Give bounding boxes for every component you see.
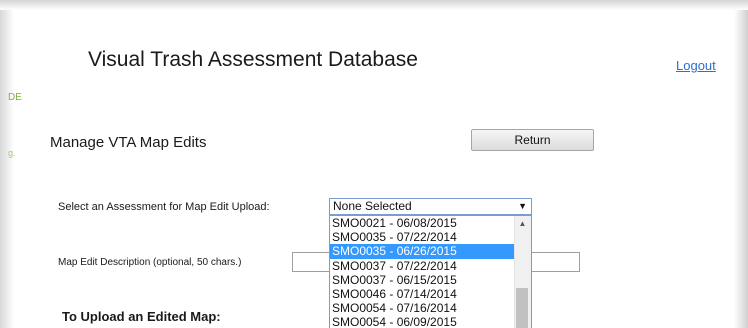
description-label: Map Edit Description (optional, 50 chars… (58, 257, 242, 268)
logout-link[interactable]: Logout (676, 58, 716, 73)
dropdown-scrollbar[interactable]: ▲ (514, 216, 531, 328)
left-clipped-text: DE (8, 92, 22, 103)
dropdown-option[interactable]: SMO0046 - 07/14/2014 (330, 287, 515, 301)
dropdown-option[interactable]: SMO0037 - 07/22/2014 (330, 259, 515, 273)
dropdown-option[interactable]: SMO0054 - 06/09/2015 (330, 315, 515, 328)
app-title: Visual Trash Assessment Database (88, 48, 418, 71)
assessment-select-label: Select an Assessment for Map Edit Upload… (58, 201, 270, 213)
scrollbar-thumb[interactable] (516, 288, 528, 328)
page-title: Manage VTA Map Edits (50, 134, 207, 151)
assessment-dropdown-list: SMO0021 - 06/08/2015 SMO0035 - 07/22/201… (329, 215, 532, 328)
chevron-down-icon: ▼ (518, 201, 527, 211)
dropdown-option-highlighted[interactable]: SMO0035 - 06/26/2015 (330, 244, 515, 259)
scroll-up-arrow-icon[interactable]: ▲ (514, 216, 531, 230)
dropdown-option[interactable]: SMO0037 - 06/15/2015 (330, 273, 515, 287)
upload-heading: To Upload an Edited Map: (62, 309, 221, 324)
dropdown-option[interactable]: SMO0021 - 06/08/2015 (330, 216, 515, 230)
assessment-select[interactable]: None Selected ▼ (329, 198, 532, 215)
assessment-select-value: None Selected (333, 199, 412, 213)
return-button[interactable]: Return (471, 129, 594, 151)
left-clipped-text-2: g. (8, 148, 16, 158)
dropdown-option[interactable]: SMO0054 - 07/16/2014 (330, 301, 515, 315)
window-top-shadow (0, 0, 748, 10)
dropdown-option[interactable]: SMO0035 - 07/22/2014 (330, 230, 515, 244)
